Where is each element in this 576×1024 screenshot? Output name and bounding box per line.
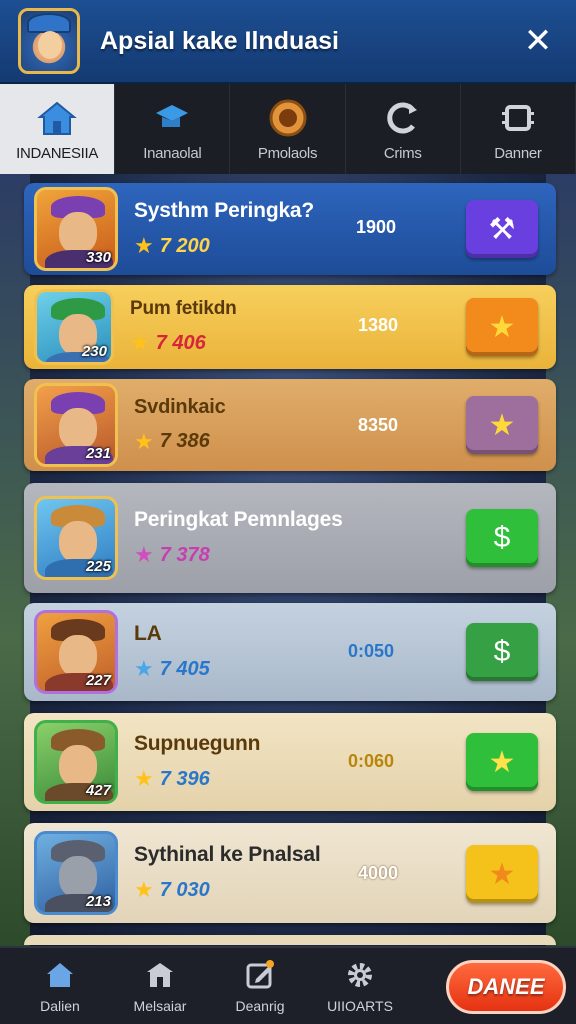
star-button[interactable]: ★ [466,396,538,454]
star-button[interactable]: ★ [466,845,538,903]
player-avatar: 225 [34,496,118,580]
star-icon: ★ [134,542,154,567]
stars-value: 7 030 [159,878,210,901]
app-header: Apsial kake Ilnduasi ✕ [0,0,576,84]
player-score: 1900 [356,217,397,237]
gear-icon [345,958,375,992]
star-icon: ★ [488,408,516,442]
leaderboard-list[interactable]: 330 Systhm Peringka? ★ 7 200 1900 ⚒ 230 … [20,175,560,945]
stars-value: 7 405 [159,657,210,680]
star-icon: ★ [134,656,154,681]
chip-icon [497,97,539,139]
player-avatar: 427 [34,720,118,804]
hero-avatar-icon[interactable] [18,8,80,74]
star-button[interactable]: ★ [466,733,538,791]
avatar-hat [27,13,71,33]
player-avatar: 227 [34,610,118,694]
list-item-partial [24,935,556,945]
dollar-icon: $ [493,521,511,554]
tab-crims[interactable]: Crims [346,84,461,174]
star-icon: ★ [488,310,516,344]
bottom-nav: Dalien Melsaiar Deanrig UIIOARTS DANEE [0,946,576,1024]
hat-icon [151,97,193,139]
avatar-face [59,635,97,677]
edit-icon [244,958,276,992]
tab-label: Inanaolal [143,144,202,162]
tab-label: Pmolaols [257,144,318,162]
star-icon: ★ [130,330,150,355]
avatar-face [59,521,97,563]
star-icon: ★ [488,857,516,891]
player-avatar: 330 [34,187,118,271]
nav-dalien[interactable]: Dalien [10,958,110,1014]
stars-value: 7 200 [159,234,210,257]
close-icon[interactable]: ✕ [518,21,558,61]
player-avatar: 231 [34,383,118,467]
nav-label: Deanrig [235,998,285,1014]
star-icon: ★ [134,766,154,791]
cash-button[interactable]: $ [466,509,538,567]
player-score: 1380 [358,315,399,335]
home-icon [45,958,75,992]
player-score: 4000 [358,863,399,883]
avatar-face [59,856,97,898]
player-score: 0:060 [348,751,395,771]
list-item[interactable]: 227 LA ★ 7 405 0:050 $ [24,603,556,701]
tab-bar: INDANESIIA Inanaolal Pmolaols Crims Dann… [0,84,576,174]
player-level: 231 [85,445,111,462]
home-icon [36,97,78,139]
tab-danner[interactable]: Danner [461,84,576,174]
danee-button[interactable]: DANEE [446,960,566,1014]
list-item[interactable]: 231 Svdinkaic ★ 7 386 8350 ★ [24,379,556,471]
player-level: 227 [85,672,111,689]
avatar-face [59,212,97,254]
nav-label: Dalien [40,998,80,1014]
list-item[interactable]: 230 Pum fetikdn ★ 7 406 1380 ★ [24,285,556,369]
stars-value: 7 386 [159,430,210,452]
avatar-face [59,745,97,787]
player-avatar: 230 [34,289,114,365]
player-level: 427 [85,782,111,799]
list-item[interactable]: 213 Sythinal ke Pnalsal ★ 7 030 4000 ★ [24,823,556,923]
tab-label: Crims [383,144,422,162]
player-score: 8350 [358,415,399,435]
tools-icon: ⚒ [488,212,516,246]
dollar-icon: $ [493,635,511,668]
nav-label: Melsaiar [133,998,187,1014]
list-item[interactable]: 330 Systhm Peringka? ★ 7 200 1900 ⚒ [24,183,556,275]
star-icon: ★ [134,877,154,902]
nav-melsaiar[interactable]: Melsaiar [110,958,210,1014]
star-icon: ★ [134,428,154,454]
stars-value: 7 396 [159,767,210,790]
player-avatar: 213 [34,831,118,915]
tools-button[interactable]: ⚒ [466,200,538,258]
avatar-face [38,31,62,59]
stars-value: 7 378 [159,543,210,566]
refresh-icon [382,97,424,139]
tab-label: Danner [494,144,542,162]
tab-label: INDANESIIA [16,144,99,162]
nav-label: UIIOARTS [327,998,393,1014]
avatar-face [59,408,97,450]
stars-value: 7 406 [155,331,206,354]
player-level: 225 [85,558,111,575]
list-item[interactable]: 225 Peringkat Pemnlages ★ 7 378 $ [24,483,556,593]
badge-icon [267,97,309,139]
tab-pmolaols[interactable]: Pmolaols [230,84,346,174]
star-icon: ★ [488,745,516,779]
nav-deanrig[interactable]: Deanrig [210,958,310,1014]
star-icon: ★ [134,233,154,258]
tab-indanesiia[interactable]: INDANESIIA [0,84,116,174]
player-level: 213 [85,893,111,910]
cash-button[interactable]: $ [466,623,538,681]
star-button[interactable]: ★ [466,298,538,356]
store-icon [144,958,176,992]
player-level: 330 [85,249,111,266]
page-title: Apsial kake Ilnduasi [100,26,339,55]
nav-uiioarts[interactable]: UIIOARTS [310,958,410,1014]
player-score: 0:050 [348,641,395,661]
player-level: 230 [81,343,107,360]
tab-inanaolal[interactable]: Inanaolal [115,84,231,174]
list-item[interactable]: 427 Supnuegunn ★ 7 396 0:060 ★ [24,713,556,811]
